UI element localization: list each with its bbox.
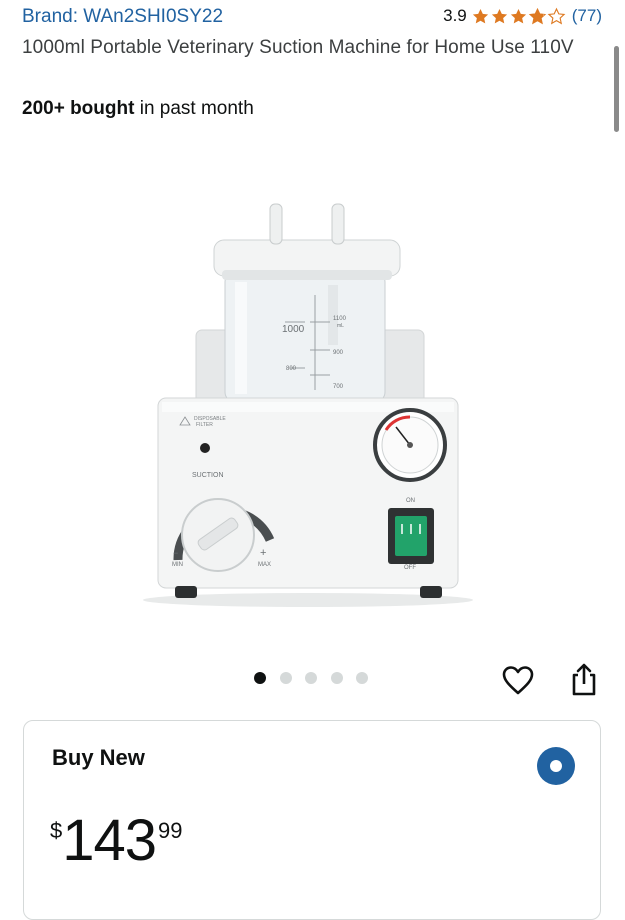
product-image[interactable]: 1100 mL 1000 900 800 700 DISPOSABLE FILT…: [110, 190, 515, 610]
star-icon: [510, 8, 526, 23]
image-carousel-dots: [254, 672, 382, 684]
heart-icon[interactable]: [501, 664, 535, 696]
carousel-dot[interactable]: [279, 672, 292, 684]
brand-row: Brand: WAn2SHI0SY22 3.9 (77): [22, 6, 604, 28]
star-icon: [547, 7, 566, 24]
price: $ 143 99: [50, 811, 183, 871]
label-min: MIN: [172, 562, 183, 568]
suction-machine-illustration: 1100 mL 1000 900 800 700 DISPOSABLE FILT…: [143, 203, 473, 607]
label-max: MAX: [258, 562, 271, 568]
label-filter-2: FILTER: [196, 422, 213, 428]
rating-count[interactable]: (77): [572, 6, 602, 26]
label-plus: +: [260, 547, 266, 559]
share-icon[interactable]: [568, 661, 600, 697]
price-whole: 143: [62, 808, 157, 873]
tick-1100: 1100: [333, 316, 347, 322]
label-minus: −: [173, 548, 178, 558]
scrollbar[interactable]: [614, 46, 619, 132]
tick-1000: 1000: [282, 324, 305, 335]
tick-ml: mL: [337, 323, 344, 329]
tick-700: 700: [333, 384, 344, 390]
radio-selected-icon[interactable]: [537, 747, 575, 785]
price-fraction: 99: [158, 818, 183, 843]
rating-summary[interactable]: 3.9 (77): [443, 6, 602, 26]
purchase-count: 200+ bought in past month: [22, 98, 254, 120]
purchase-count-bold: 200+ bought: [22, 98, 135, 119]
label-off: OFF: [404, 565, 416, 571]
label-suction: SUCTION: [192, 472, 224, 479]
brand-link[interactable]: Brand: WAn2SHI0SY22: [22, 6, 223, 28]
tick-900: 900: [333, 350, 344, 356]
carousel-dot[interactable]: [330, 672, 343, 684]
star-icon: [472, 8, 488, 23]
rating-stars: [471, 7, 566, 26]
label-on: ON: [406, 498, 415, 504]
buy-new-card[interactable]: Buy New $ 143 99: [23, 720, 601, 920]
buy-new-label: Buy New: [52, 745, 145, 770]
tick-800: 800: [286, 366, 297, 372]
star-icon: [528, 7, 546, 24]
carousel-dot[interactable]: [254, 672, 266, 684]
product-title: 1000ml Portable Veterinary Suction Machi…: [22, 37, 574, 58]
carousel-dot[interactable]: [356, 672, 368, 684]
purchase-count-suffix: in past month: [134, 98, 254, 119]
price-currency: $: [50, 818, 63, 843]
carousel-dot[interactable]: [305, 672, 317, 684]
rating-value: 3.9: [443, 6, 467, 25]
star-icon: [491, 8, 507, 23]
